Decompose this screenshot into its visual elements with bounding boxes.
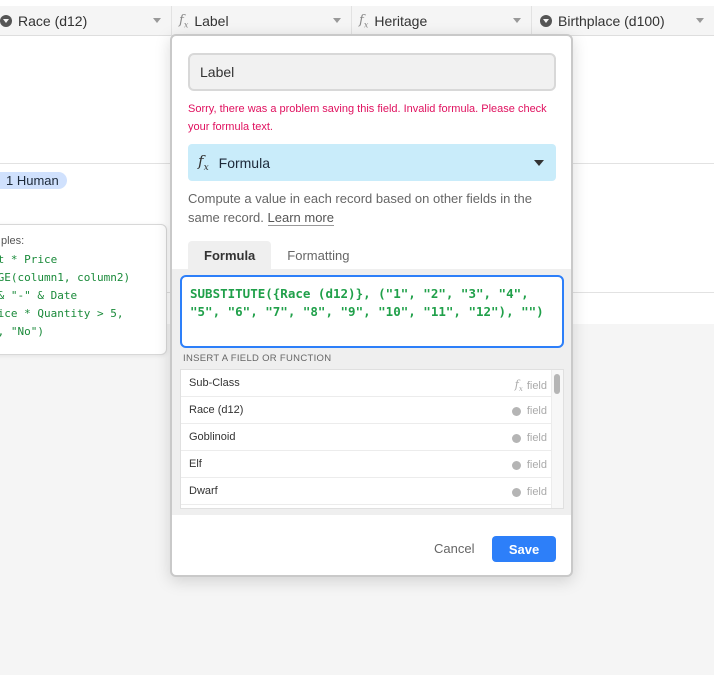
field-name: Elf: [189, 458, 202, 470]
field-name: Dwarf: [189, 485, 218, 497]
single-select-icon: [0, 15, 12, 27]
save-button[interactable]: Save: [492, 536, 556, 562]
field-description: Compute a value in each record based on …: [188, 189, 560, 227]
column-race[interactable]: Race (d12): [0, 6, 172, 36]
column-label: Race (d12): [18, 13, 88, 29]
learn-more-link[interactable]: Learn more: [267, 210, 334, 226]
list-item[interactable]: Elf field: [181, 451, 563, 478]
column-label-field[interactable]: fx Label: [172, 6, 352, 36]
chevron-down-icon[interactable]: [153, 18, 161, 23]
single-select-icon: [540, 15, 552, 27]
list-item[interactable]: Race (d12) field: [181, 397, 563, 424]
list-item[interactable]: Goblinoid field: [181, 424, 563, 451]
chevron-down-icon[interactable]: [696, 18, 704, 23]
formula-panel: SUBSTITUTE({Race (d12)}, ("1", "2", "3",…: [172, 269, 571, 515]
list-item[interactable]: Dwarf field: [181, 478, 563, 505]
cancel-button[interactable]: Cancel: [434, 541, 474, 556]
examples-title: ples:: [1, 235, 25, 247]
race-tag: 1 Human: [0, 172, 67, 189]
field-type-select[interactable]: fx Formula: [188, 144, 556, 181]
formula-examples-popover: ples: nt * Price AGE(column1, column2) &…: [0, 224, 167, 355]
field-function-list: Sub-Class fx field Race (d12) field Gobli…: [180, 369, 564, 509]
single-select-icon: [511, 487, 521, 497]
single-select-icon: [511, 460, 521, 470]
formula-icon: fx: [179, 12, 189, 30]
field-name: Sub-Class: [189, 377, 240, 389]
column-label: Birthplace (d100): [558, 13, 665, 29]
field-kind: field: [511, 459, 547, 471]
field-editor-dialog: Label Sorry, there was a problem saving …: [170, 34, 573, 577]
example-line: nt * Price: [0, 253, 58, 266]
field-name: Race (d12): [189, 404, 244, 416]
example-line: & "-" & Date: [0, 289, 78, 302]
field-kind: field: [511, 432, 547, 444]
tab-formatting[interactable]: Formatting: [271, 241, 365, 269]
single-select-icon: [511, 433, 521, 443]
chevron-down-icon: [534, 160, 544, 166]
column-header-row: Race (d12) fx Label fx Heritage Birthpla…: [0, 0, 714, 36]
column-heritage[interactable]: fx Heritage: [352, 6, 532, 36]
example-line: AGE(column1, column2): [0, 271, 131, 284]
chevron-down-icon[interactable]: [333, 18, 341, 23]
formula-input[interactable]: SUBSTITUTE({Race (d12)}, ("1", "2", "3",…: [180, 275, 564, 348]
example-line: rice * Quantity > 5,: [0, 307, 124, 320]
column-label: Label: [194, 13, 229, 29]
field-kind: fx field: [514, 378, 547, 394]
formula-icon: fx: [198, 152, 209, 173]
tab-formula[interactable]: Formula: [188, 241, 272, 269]
column-birthplace[interactable]: Birthplace (d100): [532, 6, 714, 36]
field-name: Goblinoid: [189, 431, 236, 443]
field-name-input[interactable]: Label: [188, 53, 556, 91]
list-item[interactable]: Sub-Class fx field: [181, 370, 563, 397]
scroll-thumb[interactable]: [554, 374, 560, 394]
single-select-icon: [511, 406, 521, 416]
formula-icon: fx: [514, 378, 523, 394]
description-text: Compute a value in each record based on …: [188, 191, 532, 225]
field-kind: field: [511, 486, 547, 498]
example-line: ", "No"): [0, 325, 44, 338]
chevron-down-icon[interactable]: [513, 18, 521, 23]
error-message: Sorry, there was a problem saving this f…: [188, 103, 547, 133]
editor-tabs: Formula Formatting: [188, 241, 365, 269]
insert-label: INSERT A FIELD OR FUNCTION: [183, 353, 332, 364]
field-kind: field: [511, 405, 547, 417]
column-label: Heritage: [374, 13, 428, 29]
field-type-label: Formula: [218, 154, 270, 171]
list-scrollbar[interactable]: [551, 370, 563, 508]
formula-icon: fx: [359, 12, 369, 30]
